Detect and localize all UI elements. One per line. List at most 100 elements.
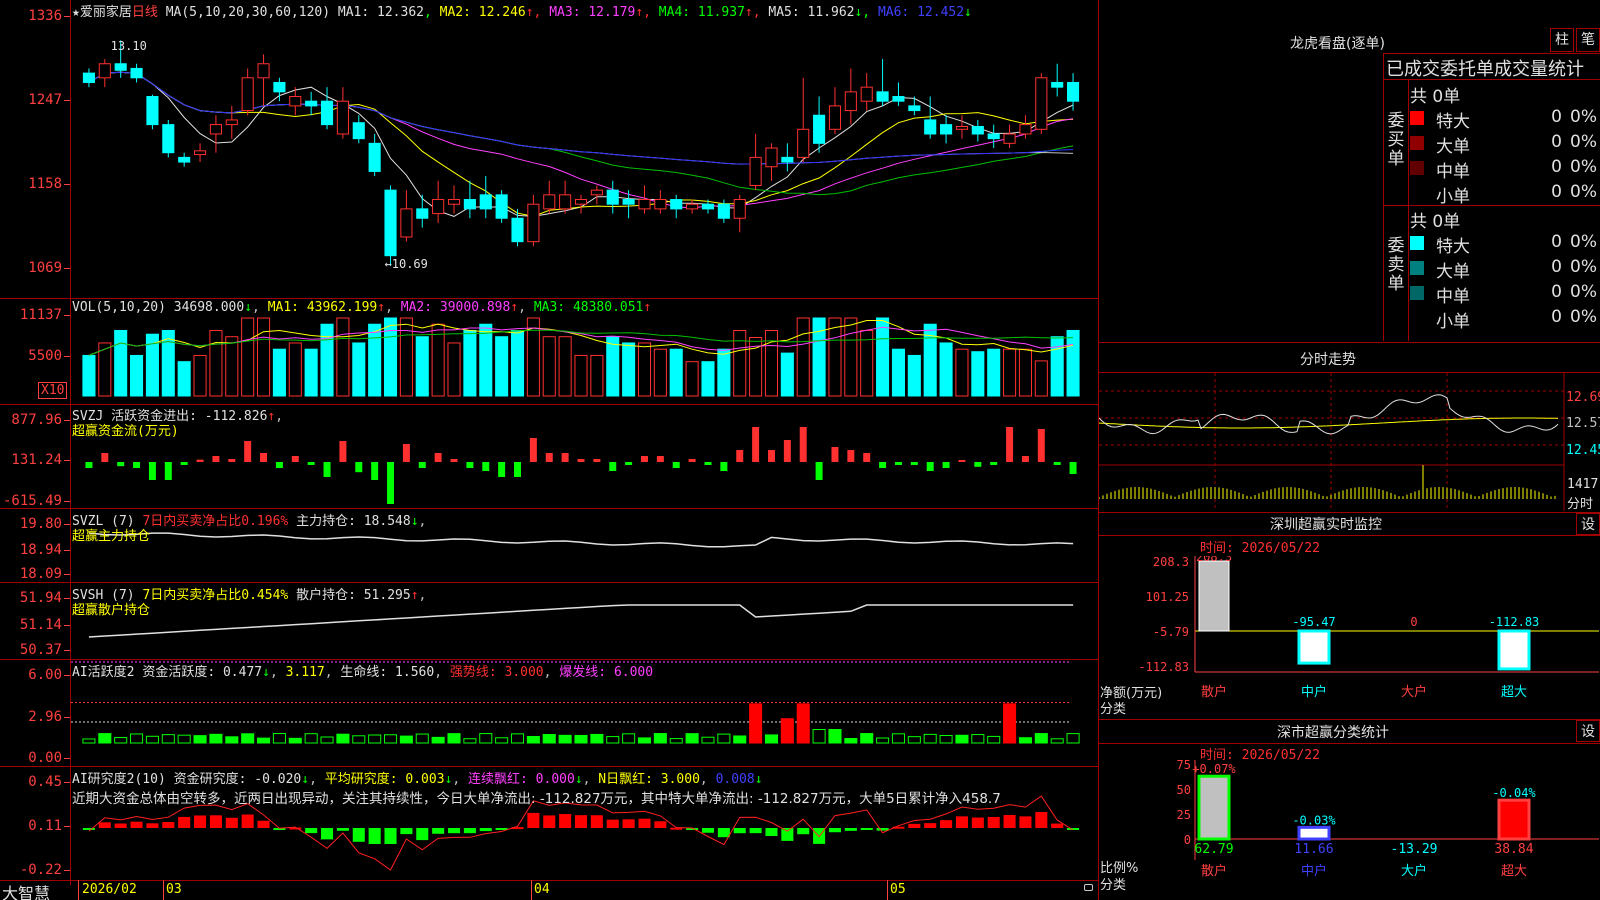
order-count: 0 <box>1551 257 1562 277</box>
bar-mode-button[interactable]: 柱 <box>1550 28 1574 52</box>
research-bar <box>114 823 127 828</box>
research-bar <box>241 814 254 828</box>
stat-settings-button[interactable]: 设 <box>1576 720 1600 742</box>
vol-bar <box>558 336 572 397</box>
svzj-bar <box>275 462 283 468</box>
monitor-value: -112.83 <box>1489 615 1540 629</box>
order-pct: 0% <box>1570 132 1597 152</box>
order-label: 特大 <box>1436 237 1470 257</box>
ma-arrow: ↑, <box>525 5 550 20</box>
order-count: 0 <box>1551 132 1562 152</box>
price-chart[interactable]: 13.10 ←10.69 <box>71 0 1098 880</box>
intraday-chart[interactable] <box>1099 373 1600 511</box>
research-bar <box>146 823 159 828</box>
svzj-bar <box>990 462 998 465</box>
ai-bar <box>526 735 540 744</box>
research-bar <box>130 821 143 828</box>
monitor-settings-button[interactable]: 设 <box>1576 513 1600 535</box>
research-bar <box>924 823 937 828</box>
candle-body <box>924 119 937 135</box>
ai-bar <box>368 734 382 744</box>
order-pct: 0% <box>1570 107 1597 127</box>
vol-bar <box>1066 329 1080 397</box>
period-label[interactable]: 日线 <box>132 5 158 20</box>
stat-cat-label: 分类 <box>1100 878 1127 893</box>
vol-bar <box>669 348 683 397</box>
candle-body <box>797 128 810 158</box>
svzj-bar <box>958 460 966 462</box>
tick <box>163 880 164 900</box>
vol-bar <box>177 361 191 397</box>
candle-body <box>1019 124 1032 135</box>
stat-tick: 75 <box>1177 760 1191 772</box>
svzj-bar <box>498 462 506 477</box>
order-label: 中单 <box>1436 287 1470 307</box>
stat-category: 散户 <box>1201 863 1227 879</box>
order-pct: 0% <box>1570 157 1597 177</box>
candle-body <box>955 125 969 130</box>
order-count: 0 <box>1551 182 1562 202</box>
candle-body <box>352 122 365 140</box>
ai-bar <box>415 733 429 744</box>
research-bar <box>638 818 651 828</box>
svzj-bar <box>260 453 268 462</box>
research-e: 0.008 <box>715 772 755 787</box>
ai-bar <box>510 733 525 744</box>
sell-total: 共 0单 <box>1410 212 1461 232</box>
ai-name: AI活跃度2 <box>72 665 135 680</box>
candle-body <box>654 199 667 210</box>
stat-bar <box>1197 774 1231 841</box>
stat-subtitle: 已成交委托单成交量统计 <box>1386 59 1584 80</box>
candle-body <box>400 208 413 238</box>
svzl-ratio: 7日内买卖净占比0.196% <box>142 514 289 529</box>
svzj-tick: 131.24 <box>0 452 70 468</box>
ma-line <box>88 71 1074 165</box>
research-bar <box>527 812 540 828</box>
ai-bar <box>844 738 858 744</box>
vol-bar <box>590 354 604 397</box>
order-pct: 0% <box>1570 307 1597 327</box>
svzj-arrow: ↑ <box>267 409 276 424</box>
research-bar <box>479 828 492 832</box>
vol-bar <box>637 342 652 397</box>
svzj-bar <box>720 462 728 471</box>
arrow: ↓ <box>444 772 453 787</box>
research-bar <box>797 828 810 835</box>
svzj-bar <box>529 438 537 462</box>
order-row: 中单 0 0% <box>1410 156 1600 182</box>
svzj-bar <box>450 459 458 462</box>
candle-body <box>384 189 397 257</box>
candle-body <box>701 203 715 210</box>
ma-label: MA1: 12.362 <box>337 5 424 20</box>
svzj-bar <box>228 459 236 462</box>
ai-bar <box>669 738 683 744</box>
vol-bar <box>939 342 953 397</box>
vol-bar <box>971 351 985 397</box>
svzl-arrow: ↓ <box>410 514 419 529</box>
lock-icon[interactable] <box>1084 884 1093 891</box>
vol-ma3: MA3: 48380.051 <box>533 300 644 315</box>
candle-body <box>670 199 683 210</box>
research-d: N日飘红: 3.000 <box>598 772 700 787</box>
vol-bar <box>653 348 667 397</box>
candle-body <box>463 199 476 210</box>
svzj-bar <box>1021 456 1029 462</box>
stat-bottom-value: 38.84 <box>1494 842 1533 857</box>
tick-mode-button[interactable]: 笔 <box>1576 28 1600 52</box>
order-swatch <box>1410 236 1424 250</box>
candle-body <box>225 119 238 126</box>
candle-body <box>813 114 826 144</box>
ai-tick: 0.00 <box>0 750 70 766</box>
vol-bar <box>320 323 334 397</box>
ai-bar <box>225 736 239 744</box>
candle-body <box>257 63 270 79</box>
favorite-star-icon[interactable]: ★ <box>72 5 80 20</box>
ai-bar <box>463 738 477 744</box>
ai-lifeline: 生命线: 1.560 <box>340 665 435 680</box>
svzj-bar <box>974 462 982 467</box>
research-bar <box>590 815 603 828</box>
divider <box>1099 743 1600 744</box>
order-row: 大单 0 0% <box>1410 256 1600 282</box>
research-bar <box>400 828 413 835</box>
monitor-tick: 101.25 <box>1146 590 1189 604</box>
